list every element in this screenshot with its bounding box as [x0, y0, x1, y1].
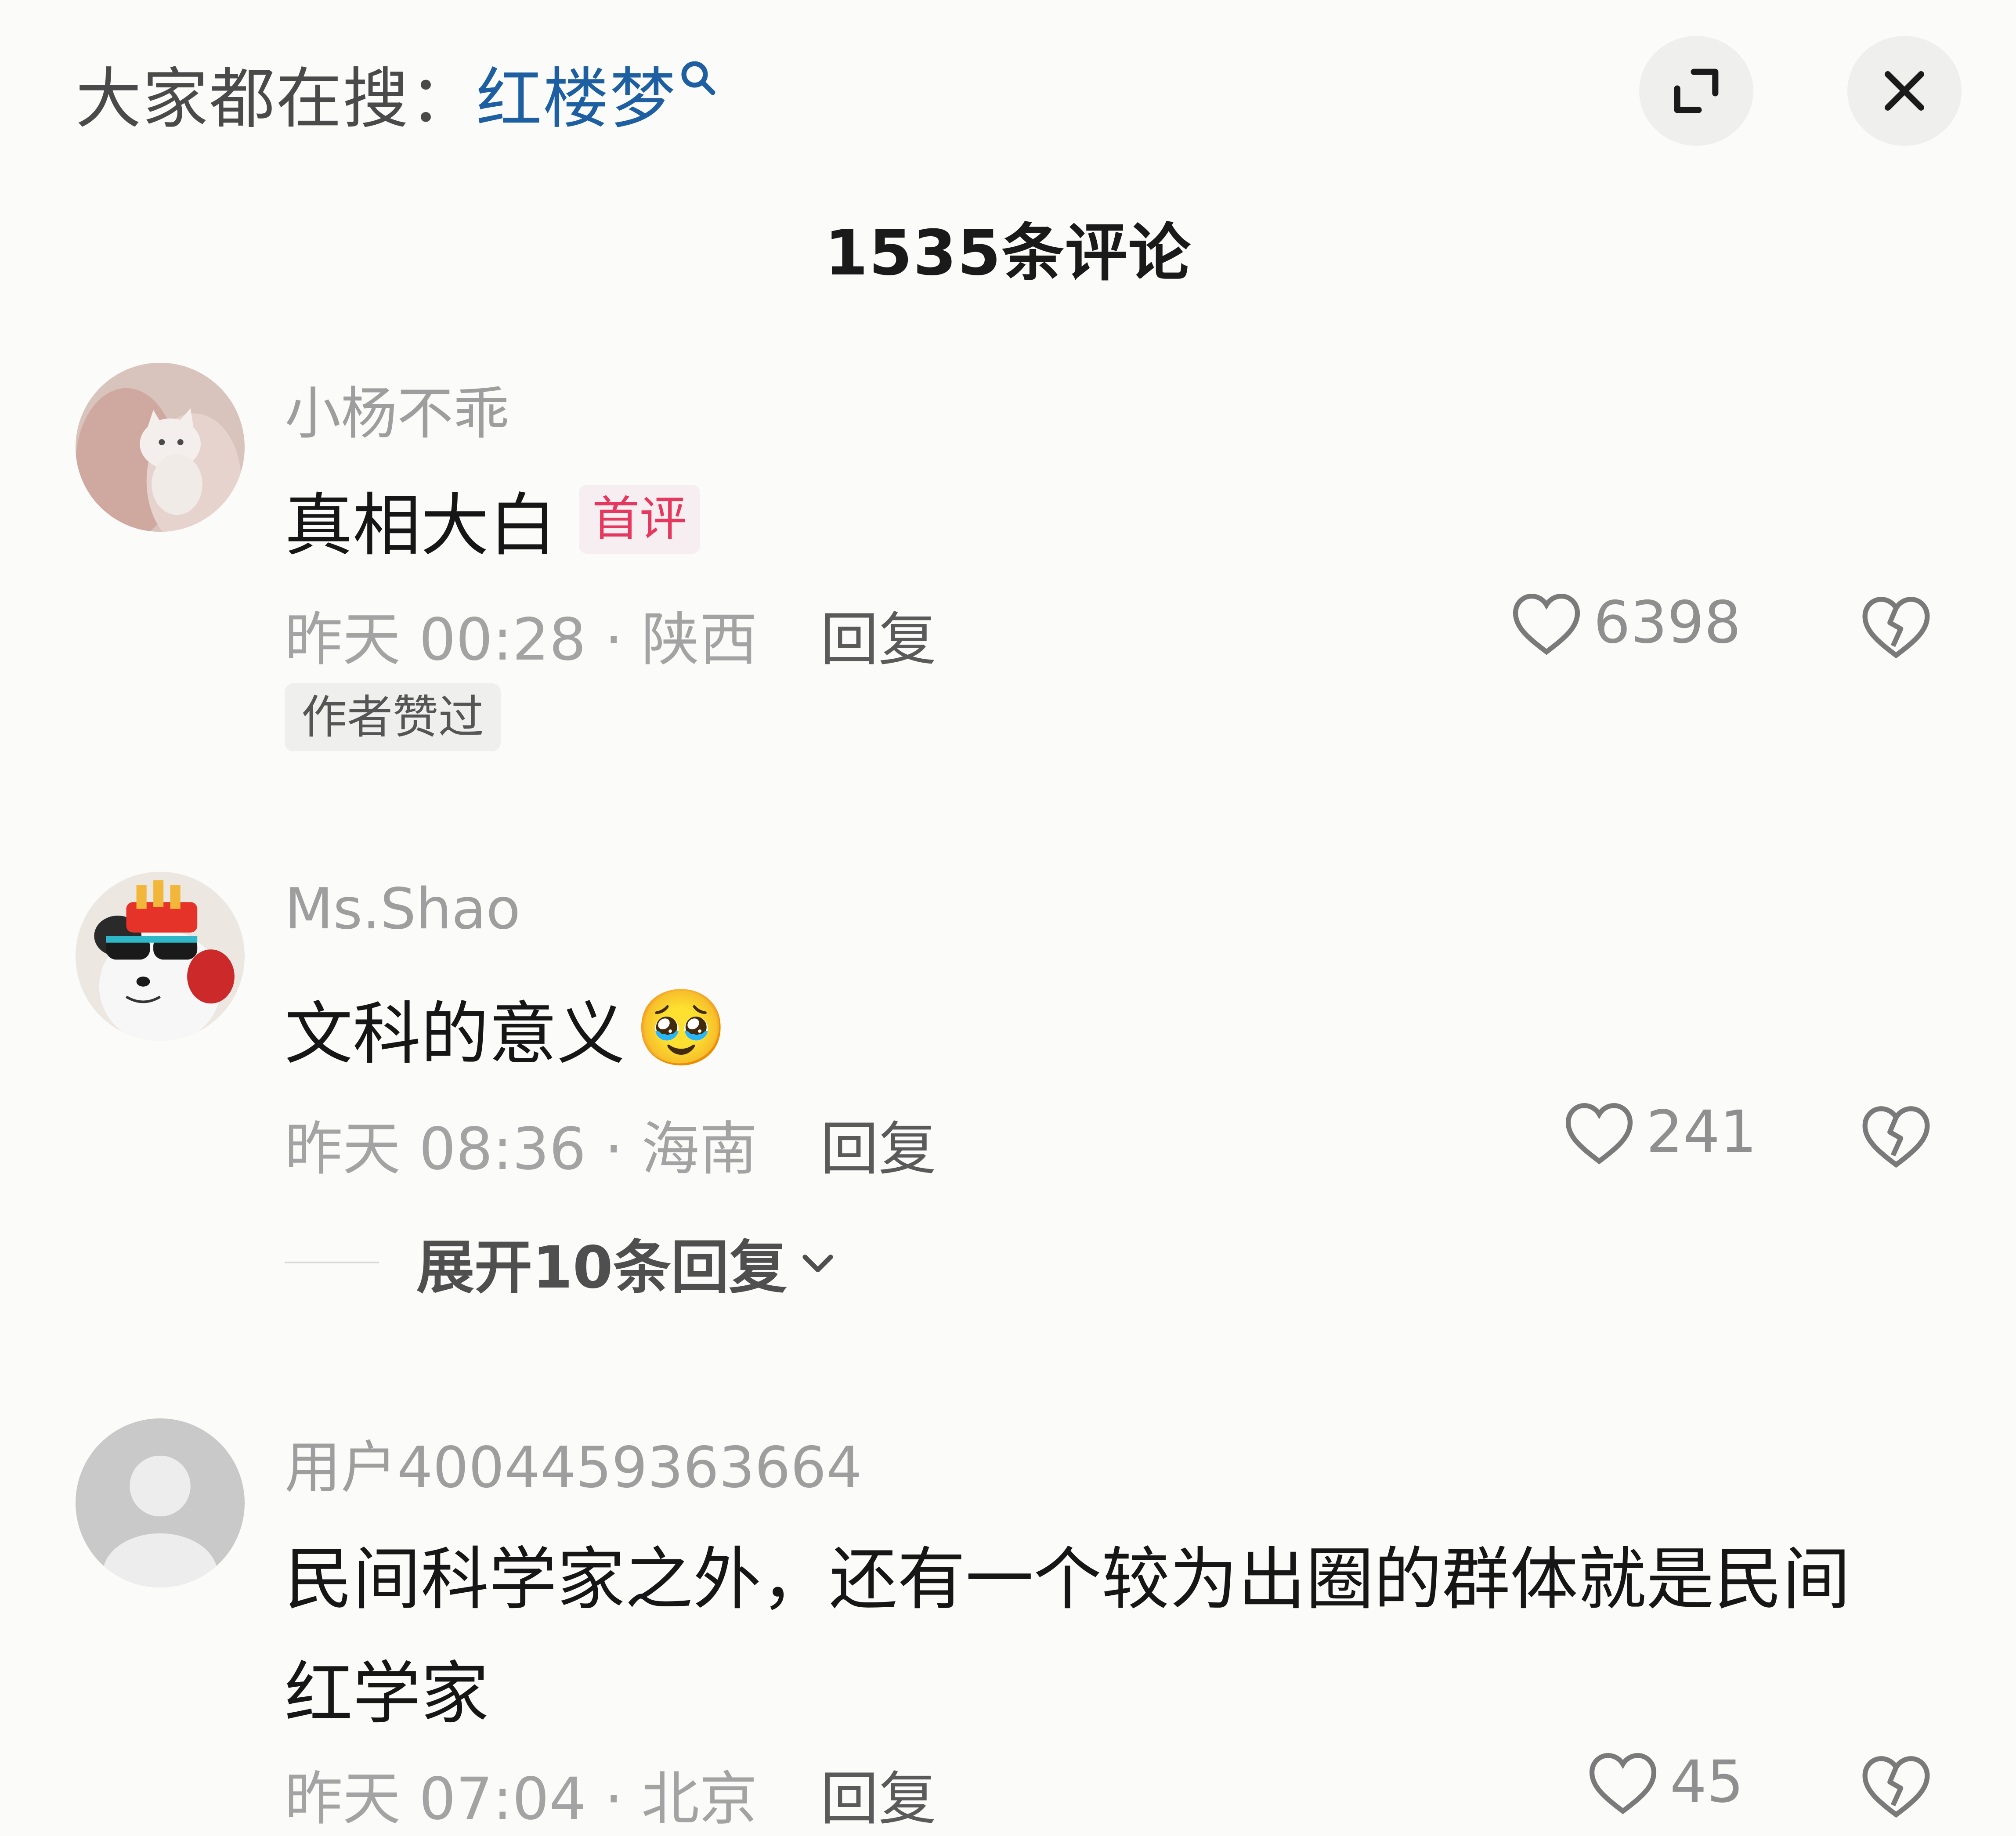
heart-icon: [1565, 1103, 1633, 1165]
comment-text-line-2: 红学家: [285, 1654, 489, 1733]
expand-button[interactable]: [1639, 36, 1753, 146]
avatar[interactable]: [76, 872, 245, 1041]
close-button[interactable]: [1847, 36, 1962, 146]
avatar[interactable]: [76, 363, 245, 532]
avatar-cat-image: [76, 363, 245, 532]
comment-body: 真相大白: [285, 486, 557, 565]
reply-button[interactable]: 回复: [820, 1752, 936, 1836]
search-suggestion[interactable]: 大家都在搜： 红楼梦: [76, 49, 718, 137]
like-count: 45: [1670, 1748, 1744, 1816]
comment-count-title: 1535条评论: [824, 217, 1192, 289]
avatar-panda-image: [76, 872, 245, 1041]
default-avatar-icon: [76, 1418, 245, 1587]
comment-username[interactable]: 小杨不乖: [285, 368, 509, 449]
search-icon: [681, 61, 715, 95]
broken-heart-icon[interactable]: [1859, 591, 1933, 661]
reply-button[interactable]: 回复: [820, 1102, 936, 1186]
close-icon: [1885, 71, 1924, 111]
avatar[interactable]: [76, 1418, 245, 1587]
pleading-emoji: 🥹: [635, 984, 728, 1071]
comment-username[interactable]: 用户4004459363664: [285, 1422, 862, 1503]
comment-body: 文科的意义: [285, 994, 625, 1074]
first-comment-badge: 首评: [579, 484, 701, 554]
like-button[interactable]: 45: [1586, 1748, 1744, 1816]
broken-heart-icon[interactable]: [1859, 1750, 1933, 1820]
comment-time-location: 昨天 07:04 · 北京: [285, 1765, 758, 1833]
search-suggestion-prefix: 大家都在搜：: [76, 61, 477, 137]
comment-text-line-1: 民间科学家之外，还有一个较为出圈的群体就是民间: [285, 1540, 1850, 1619]
expand-replies-button[interactable]: 展开10条回复: [285, 1225, 840, 1302]
expand-icon: [1674, 69, 1719, 113]
chevron-down-icon: [802, 1255, 833, 1273]
like-count: 241: [1646, 1098, 1757, 1166]
broken-heart-icon[interactable]: [1859, 1100, 1933, 1170]
heart-icon: [1589, 1753, 1657, 1814]
comment-time-location: 昨天 00:28 · 陕西: [285, 606, 758, 674]
heart-icon: [1513, 593, 1580, 655]
comment-text: 文科的意义 🥹: [285, 978, 728, 1077]
expand-divider: [285, 1262, 379, 1263]
like-button[interactable]: 241: [1562, 1098, 1757, 1166]
author-liked-badge: 作者赞过: [285, 683, 501, 752]
like-count: 6398: [1593, 588, 1741, 656]
comment-text: 真相大白 首评: [285, 470, 701, 569]
like-button[interactable]: 6398: [1509, 588, 1741, 656]
comment-time-location: 昨天 08:36 · 海南: [285, 1115, 758, 1183]
comment-username[interactable]: Ms.Shao: [285, 877, 520, 942]
reply-button[interactable]: 回复: [820, 593, 936, 677]
expand-replies-label: 展开10条回复: [416, 1234, 787, 1302]
search-suggestion-term[interactable]: 红楼梦: [476, 46, 676, 141]
